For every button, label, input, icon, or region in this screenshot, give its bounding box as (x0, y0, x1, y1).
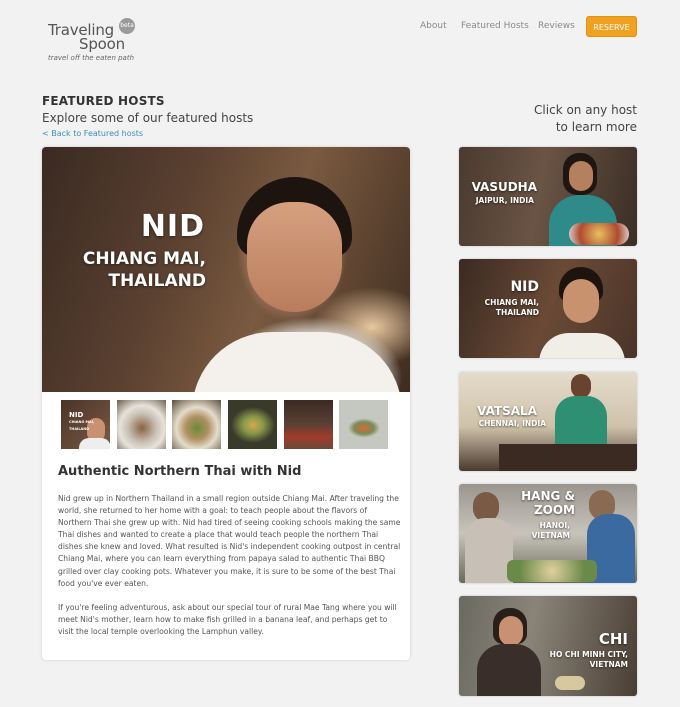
vasudha-figure-face (569, 161, 593, 191)
thumbnail-grilled-fish[interactable] (339, 400, 388, 449)
logo-word-spoon: Spoon (79, 35, 125, 53)
hero-figure-face (247, 202, 342, 312)
logo-tagline: travel off the eaten path (48, 54, 135, 62)
host-location-nid: CHIANG MAI, THAILAND (485, 298, 539, 318)
thumbnail-host-portrait[interactable]: NID CHIANG MAI, THAILAND (61, 400, 110, 449)
hero-host-location: CHIANG MAI, THAILAND (42, 248, 206, 292)
nid-location-line1: CHIANG MAI, (484, 298, 539, 307)
host-name-chi: CHI (598, 630, 628, 648)
chi-figure-face (499, 616, 523, 646)
section-subtitle: Explore some of our featured hosts (42, 111, 254, 125)
click-hint-line2: to learn more (555, 120, 637, 134)
feature-description: Nid grew up in Northern Thailand in a sm… (58, 493, 403, 650)
hero-figure-coat (192, 332, 402, 392)
chi-location-line2: VIETNAM (589, 660, 628, 669)
hero-location-line1: CHIANG MAI, (82, 249, 206, 269)
nid-figure-coat (539, 333, 625, 358)
chi-figure-body (477, 644, 541, 696)
host-name-vatsala: VATSALA (477, 404, 537, 418)
nav-about-link[interactable]: About (420, 21, 447, 31)
nav-reviews-link[interactable]: Reviews (538, 21, 575, 31)
hang-zoom-location-line1: HANOI, (539, 521, 570, 530)
vatsala-figure-face (571, 374, 591, 398)
host-tile-nid[interactable]: NID CHIANG MAI, THAILAND (459, 259, 637, 358)
host-tile-vatsala[interactable]: VATSALA CHENNAI, INDIA (459, 372, 637, 471)
hero-location-line2: THAILAND (108, 271, 206, 291)
vatsala-table (499, 444, 637, 471)
host-tile-vasudha[interactable]: VASUDHA JAIPUR, INDIA (459, 147, 637, 246)
chi-food-bowl (555, 676, 585, 690)
host-tile-hang-zoom[interactable]: HANG & ZOOM HANOI, VIETNAM (459, 484, 637, 583)
thumbnail-name: NID (69, 411, 84, 419)
host-name-hang-zoom: HANG & ZOOM (521, 489, 575, 517)
nid-figure-face (563, 279, 599, 323)
hang-zoom-name-line1: HANG & (521, 489, 575, 503)
thumbnail-coat (79, 438, 110, 449)
vasudha-food-platter (569, 223, 629, 245)
host-location-hang-zoom: HANOI, VIETNAM (532, 521, 570, 541)
logo[interactable]: Traveling Spoon beta travel off the eate… (48, 18, 148, 64)
thumbnail-soup-bowl[interactable] (117, 400, 166, 449)
feature-paragraph-1: Nid grew up in Northern Thailand in a sm… (58, 494, 401, 588)
hang-zoom-location-line2: VIETNAM (531, 531, 570, 540)
click-hint: Click on any host to learn more (497, 102, 637, 136)
hang-zoom-food-table (507, 560, 597, 582)
host-location-vatsala: CHENNAI, INDIA (478, 419, 546, 428)
thumbnail-salad-bowl[interactable] (172, 400, 221, 449)
thumbnail-label: NID CHIANG MAI, THAILAND (69, 412, 110, 433)
host-name-nid: NID (510, 279, 539, 295)
host-hero-photo: NID CHIANG MAI, THAILAND (42, 147, 410, 392)
section-title: FEATURED HOSTS (42, 94, 165, 108)
click-hint-line1: Click on any host (534, 103, 637, 117)
thumbnail-kitchen-scene[interactable] (284, 400, 333, 449)
thumbnail-location: CHIANG MAI, THAILAND (69, 420, 95, 431)
photo-thumbnail-strip: NID CHIANG MAI, THAILAND (61, 400, 391, 450)
feature-title: Authentic Northern Thai with Nid (58, 464, 302, 479)
reserve-button[interactable]: RESERVE (586, 16, 637, 37)
host-location-vasudha: JAIPUR, INDIA (475, 196, 534, 205)
back-to-featured-hosts-link[interactable]: < Back to Featured hosts (42, 129, 143, 138)
nid-location-line2: THAILAND (495, 308, 539, 317)
host-location-chi: HO CHI MINH CITY, VIETNAM (550, 650, 628, 670)
nav-featured-hosts-link[interactable]: Featured Hosts (461, 21, 529, 31)
host-tile-chi[interactable]: CHI HO CHI MINH CITY, VIETNAM (459, 596, 637, 696)
feature-paragraph-2: If you're feeling adventurous, ask about… (58, 602, 397, 636)
hang-figure-body (465, 518, 513, 583)
host-name-vasudha: VASUDHA (471, 180, 537, 194)
chi-location-line1: HO CHI MINH CITY, (549, 650, 628, 659)
beta-badge: beta (119, 18, 135, 34)
hero-host-name: NID (140, 209, 205, 244)
thumbnail-noodle-dish[interactable] (228, 400, 277, 449)
hang-zoom-name-line2: ZOOM (533, 503, 575, 517)
featured-host-card: NID CHIANG MAI, THAILAND NID CHIANG MAI,… (42, 147, 410, 660)
